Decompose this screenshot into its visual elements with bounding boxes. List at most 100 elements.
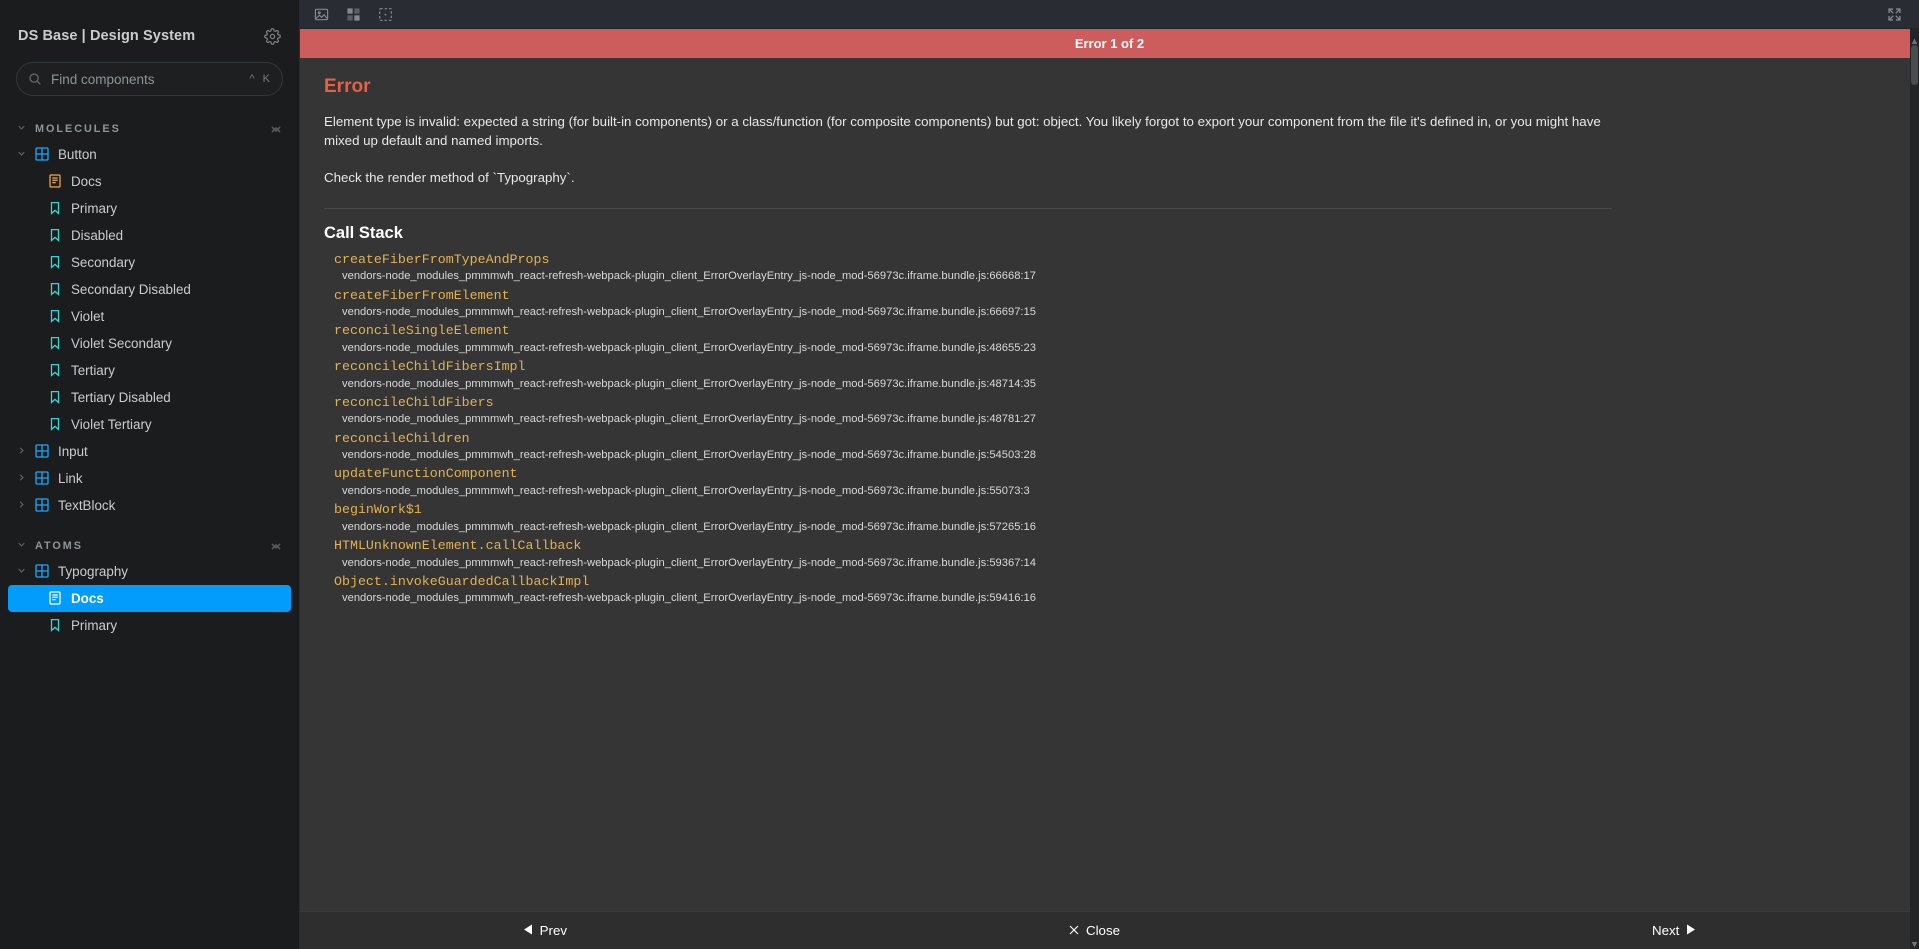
stack-frame[interactable]: createFiberFromElement vendors-node_modu… <box>334 287 1895 323</box>
stack-frame-function: reconcileChildren <box>334 430 470 446</box>
stack-frame[interactable]: HTMLUnknownElement.callCallback vendors-… <box>334 537 1895 573</box>
story-bookmark-icon <box>48 363 63 378</box>
stack-frame[interactable]: reconcileSingleElement vendors-node_modu… <box>334 322 1895 358</box>
close-button[interactable]: Close <box>1069 923 1120 938</box>
close-x-icon <box>1069 923 1079 938</box>
measure-icon[interactable] <box>371 3 399 25</box>
stack-frame[interactable]: Object.invokeGuardedCallbackImpl vendors… <box>334 573 1895 609</box>
tree-item-button-docs[interactable]: Docs <box>8 168 291 195</box>
stack-frame-source: vendors-node_modules_pmmmwh_react-refres… <box>342 592 1036 605</box>
close-button-label: Close <box>1086 923 1120 938</box>
tree-item-label: Disabled <box>71 228 124 243</box>
group-label: ATOMS <box>35 539 83 552</box>
tree-item-label: Primary <box>71 201 118 216</box>
group-header-atoms[interactable]: ATOMS <box>0 533 299 558</box>
tree-item-link[interactable]: Link <box>8 465 291 492</box>
tree-item-typography-primary[interactable]: Primary <box>8 612 291 639</box>
tree-item-button[interactable]: Button <box>8 141 291 168</box>
stack-frame[interactable]: reconcileChildFibers vendors-node_module… <box>334 394 1895 430</box>
tree-item-button-tertiary-disabled[interactable]: Tertiary Disabled <box>8 384 291 411</box>
call-stack-title: Call Stack <box>324 223 403 242</box>
stack-frame[interactable]: createFiberFromTypeAndProps vendors-node… <box>334 251 1895 287</box>
search-box[interactable]: ^ K <box>16 62 283 96</box>
stack-frame-function: createFiberFromTypeAndProps <box>334 251 550 267</box>
stack-frame[interactable]: beginWork$1 vendors-node_modules_pmmmwh_… <box>334 501 1895 537</box>
story-bookmark-icon <box>48 618 63 633</box>
stack-frame-source: vendors-node_modules_pmmmwh_react-refres… <box>342 520 1036 533</box>
prev-button-wrap: Prev <box>300 923 850 938</box>
stack-frame-function: HTMLUnknownElement.callCallback <box>334 538 582 554</box>
tree-item-button-disabled[interactable]: Disabled <box>8 222 291 249</box>
chevron-down-icon <box>16 120 30 138</box>
story-bookmark-icon <box>48 309 63 324</box>
next-button[interactable]: Next <box>1652 923 1696 938</box>
docs-page-icon <box>48 174 63 189</box>
error-message-primary: Element type is invalid: expected a stri… <box>324 114 1601 149</box>
component-grid-icon <box>35 471 50 486</box>
tree-item-label: Link <box>58 471 83 486</box>
chevron-right-icon <box>16 470 29 488</box>
tree-item-typography-docs[interactable]: Docs <box>8 585 291 612</box>
tree-item-label: Docs <box>71 591 104 606</box>
component-grid-icon <box>35 444 50 459</box>
tree-item-button-violet-tertiary[interactable]: Violet Tertiary <box>8 411 291 438</box>
chevron-right-icon <box>16 443 29 461</box>
tree-item-button-primary[interactable]: Primary <box>8 195 291 222</box>
tree-item-textblock[interactable]: TextBlock <box>8 492 291 519</box>
tree-item-typography[interactable]: Typography <box>8 558 291 585</box>
tree-item-label: Violet Tertiary <box>71 417 152 432</box>
grid-icon[interactable] <box>339 3 367 25</box>
story-bookmark-icon <box>48 282 63 297</box>
prev-button-label: Prev <box>539 923 567 938</box>
preview-scrollbar[interactable] <box>1910 29 1919 949</box>
tree-item-button-violet-secondary[interactable]: Violet Secondary <box>8 330 291 357</box>
scroll-down-arrow-icon[interactable] <box>1911 936 1918 948</box>
tree-item-button-tertiary[interactable]: Tertiary <box>8 357 291 384</box>
preview-toolbar <box>300 0 1919 29</box>
gear-icon[interactable] <box>264 27 281 45</box>
stack-frame-source: vendors-node_modules_pmmmwh_react-refres… <box>342 413 1036 426</box>
stack-frame-source: vendors-node_modules_pmmmwh_react-refres… <box>342 485 1030 498</box>
stack-frame-function: updateFunctionComponent <box>334 466 518 482</box>
group-header-molecules[interactable]: MOLECULES <box>0 116 299 141</box>
tree-item-label: Docs <box>71 174 102 189</box>
stack-frame-source: vendors-node_modules_pmmmwh_react-refres… <box>342 377 1036 390</box>
error-heading: Error <box>324 76 371 97</box>
scroll-up-arrow-icon[interactable] <box>1911 33 1918 44</box>
chevron-down-icon <box>16 146 29 164</box>
stack-frame-source: vendors-node_modules_pmmmwh_react-refres… <box>342 449 1036 462</box>
tree-item-input[interactable]: Input <box>8 438 291 465</box>
tree-item-label: Violet Secondary <box>71 336 172 351</box>
stack-frame[interactable]: reconcileChildFibersImpl vendors-node_mo… <box>334 358 1895 394</box>
error-message-secondary: Check the render method of `Typography`. <box>324 169 575 185</box>
change-background-icon[interactable] <box>307 3 335 25</box>
tree-item-label: TextBlock <box>58 498 116 513</box>
error-body: Error Element type is invalid: expected … <box>300 58 1919 911</box>
project-title: DS Base | Design System <box>18 28 196 44</box>
sidebar: DS Base | Design System ^ K <box>0 0 300 949</box>
preview-pane: Error 1 of 2 Error Element type is inval… <box>300 0 1919 949</box>
tree-item-button-violet[interactable]: Violet <box>8 303 291 330</box>
stack-frame[interactable]: updateFunctionComponent vendors-node_mod… <box>334 465 1895 501</box>
error-footer: Prev Close Next <box>300 911 1919 949</box>
search-input[interactable] <box>51 71 241 87</box>
tree-item-label: Secondary <box>71 255 136 270</box>
scrollbar-thumb[interactable] <box>1911 45 1918 85</box>
prev-button[interactable]: Prev <box>523 923 567 938</box>
fullscreen-icon[interactable] <box>1880 3 1908 25</box>
stack-frame[interactable]: reconcileChildren vendors-node_modules_p… <box>334 430 1895 466</box>
stack-frame-function: reconcileSingleElement <box>334 323 510 339</box>
expand-collapse-all-icon[interactable] <box>270 539 282 553</box>
expand-collapse-all-icon[interactable] <box>270 122 282 136</box>
stack-frame-source: vendors-node_modules_pmmmwh_react-refres… <box>342 270 1036 283</box>
tree-item-button-secondary[interactable]: Secondary <box>8 249 291 276</box>
component-grid-icon <box>35 498 50 513</box>
chevron-down-icon <box>16 563 29 581</box>
tree-item-label: Tertiary Disabled <box>71 390 171 405</box>
shortcut-modifier: ^ <box>249 73 255 85</box>
tree-item-label: Secondary Disabled <box>71 282 191 297</box>
chevron-down-icon <box>16 537 30 555</box>
story-bookmark-icon <box>48 417 63 432</box>
tree-item-button-secondary-disabled[interactable]: Secondary Disabled <box>8 276 291 303</box>
